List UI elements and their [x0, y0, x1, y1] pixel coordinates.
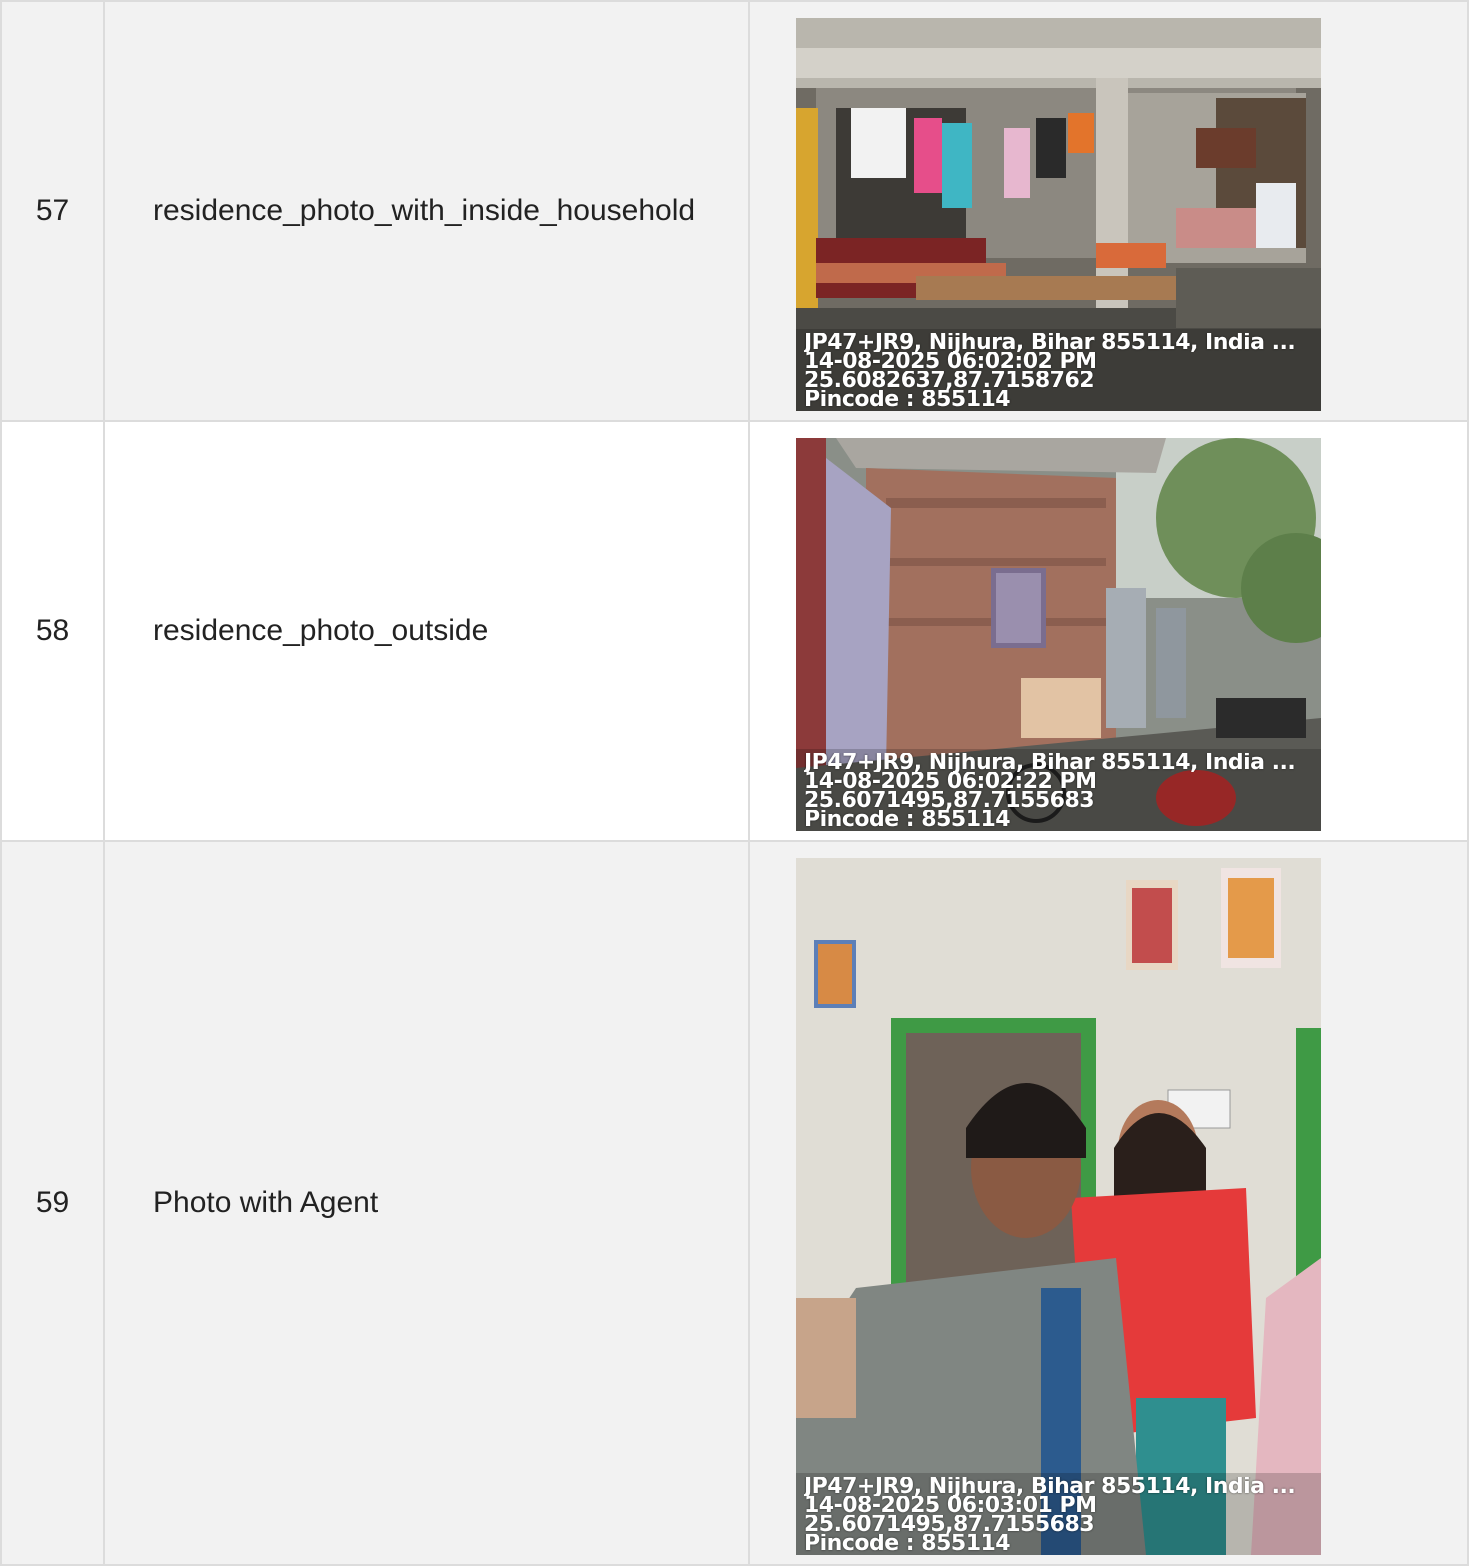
stamp-address: JP47+JR9, Nijhura, Bihar 855114, India .…: [804, 753, 1296, 772]
residence-outside-photo[interactable]: JP47+JR9, Nijhura, Bihar 855114, India .…: [796, 438, 1321, 831]
stamp-pincode: Pincode : 855114: [804, 1534, 1011, 1553]
table-row: 58 residence_photo_outside JP47+JR9, Nij…: [0, 420, 1469, 842]
row-photo-cell: JP47+JR9, Nijhura, Bihar 855114, India .…: [750, 2, 1467, 420]
row-number: 59: [2, 842, 105, 1564]
row-photo-cell: JP47+JR9, Nijhura, Bihar 855114, India .…: [750, 422, 1467, 840]
document-table: 57 residence_photo_with_inside_household: [0, 0, 1469, 1566]
field-name-text: Photo with Agent: [153, 1186, 379, 1219]
geo-stamp: JP47+JR9, Nijhura, Bihar 855114, India .…: [796, 329, 1321, 411]
stamp-pincode: Pincode : 855114: [804, 810, 1011, 829]
row-number-text: 57: [35, 194, 70, 227]
row-field-name: Photo with Agent: [105, 842, 750, 1564]
field-name-text: residence_photo_outside: [153, 614, 489, 647]
field-name-text: residence_photo_with_inside_household: [153, 194, 696, 227]
stamp-address: JP47+JR9, Nijhura, Bihar 855114, India .…: [804, 1477, 1296, 1496]
photo-with-agent[interactable]: JP47+JR9, Nijhura, Bihar 855114, India .…: [796, 858, 1321, 1555]
geo-stamp: JP47+JR9, Nijhura, Bihar 855114, India .…: [796, 1473, 1321, 1555]
row-field-name: residence_photo_with_inside_household: [105, 2, 750, 420]
stamp-datetime: 14-08-2025 06:03:01 PM: [804, 1496, 1097, 1515]
row-photo-cell: JP47+JR9, Nijhura, Bihar 855114, India .…: [750, 842, 1467, 1564]
residence-inside-photo[interactable]: JP47+JR9, Nijhura, Bihar 855114, India .…: [796, 18, 1321, 411]
selfie-photo-image: [796, 858, 1321, 1555]
row-number: 58: [2, 422, 105, 840]
stamp-coordinates: 25.6071495,87.7155683: [804, 1515, 1095, 1534]
row-number: 57: [2, 2, 105, 420]
table-row: 59 Photo with Agent JP47+JR9, Nijhura, B…: [0, 840, 1469, 1566]
row-number-text: 58: [35, 614, 70, 647]
stamp-coordinates: 25.6071495,87.7155683: [804, 791, 1095, 810]
stamp-datetime: 14-08-2025 06:02:22 PM: [804, 772, 1097, 791]
row-field-name: residence_photo_outside: [105, 422, 750, 840]
stamp-coordinates: 25.6082637,87.7158762: [804, 371, 1095, 390]
stamp-pincode: Pincode : 855114: [804, 390, 1011, 409]
row-number-text: 59: [35, 1186, 70, 1219]
stamp-datetime: 14-08-2025 06:02:02 PM: [804, 352, 1097, 371]
geo-stamp: JP47+JR9, Nijhura, Bihar 855114, India .…: [796, 749, 1321, 831]
table-row: 57 residence_photo_with_inside_household: [0, 0, 1469, 422]
stamp-address: JP47+JR9, Nijhura, Bihar 855114, India .…: [804, 333, 1296, 352]
